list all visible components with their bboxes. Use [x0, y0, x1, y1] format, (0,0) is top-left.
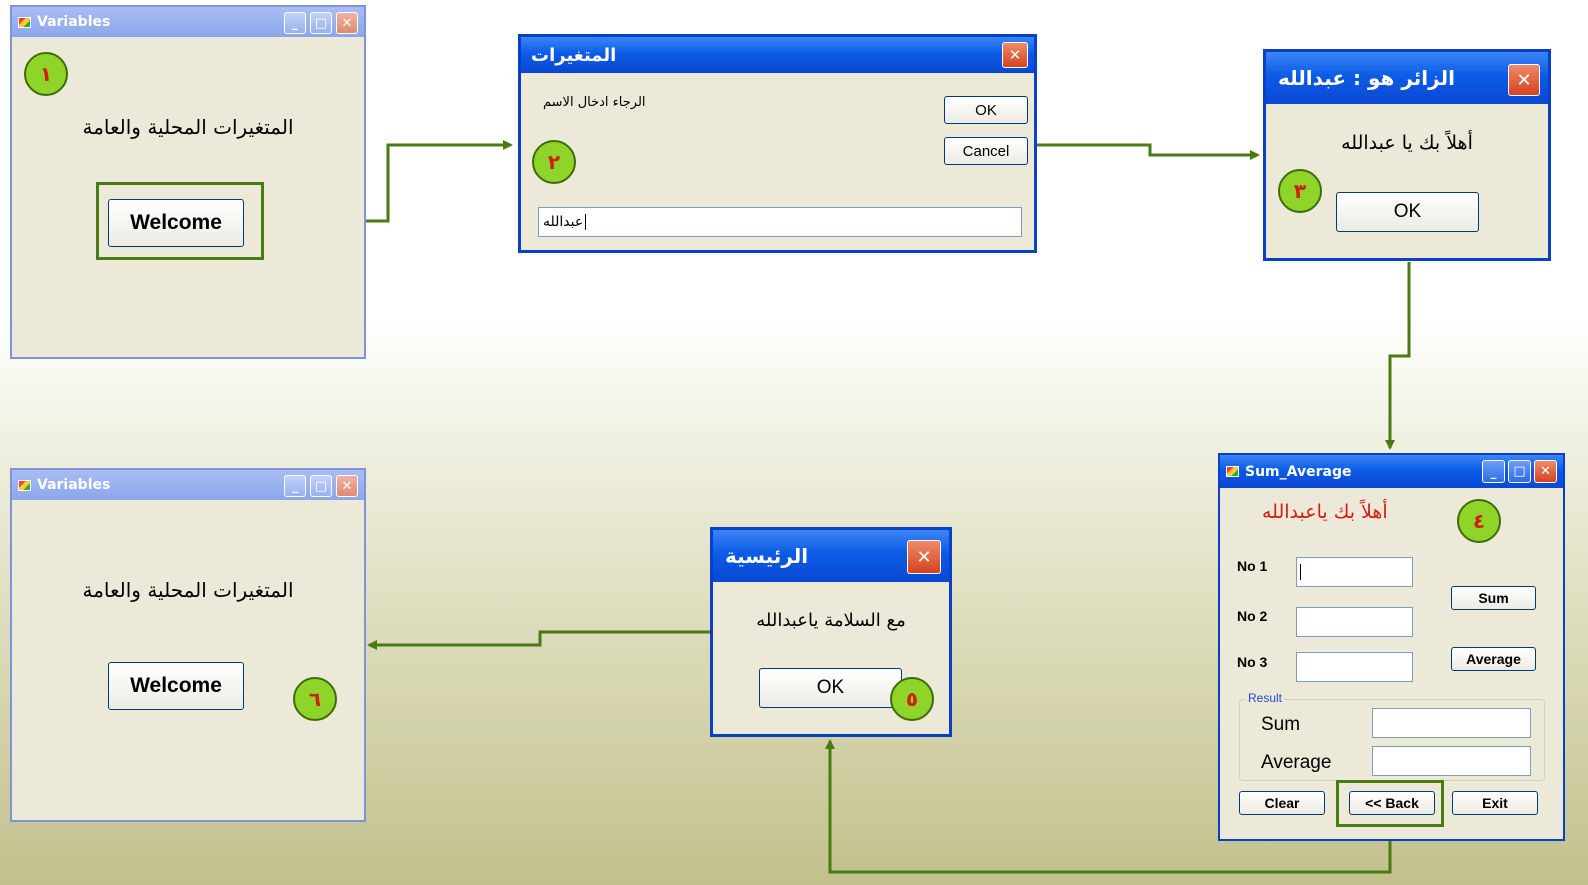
maximize-button[interactable]: □ — [310, 12, 332, 34]
welcome-highlight — [96, 182, 264, 260]
window-title: Sum_Average — [1245, 463, 1352, 480]
minimize-button[interactable]: _ — [284, 12, 306, 34]
exit-button[interactable]: Exit — [1452, 791, 1538, 815]
app-icon — [18, 16, 31, 28]
maximize-button[interactable]: □ — [1508, 460, 1531, 483]
average-result-field[interactable] — [1372, 746, 1531, 776]
arrow-3-to-4 — [1385, 262, 1411, 450]
ok-button[interactable]: OK — [759, 668, 902, 708]
average-label: Average — [1261, 752, 1332, 773]
text-caret — [1300, 564, 1301, 580]
no1-label: No 1 — [1237, 558, 1268, 574]
step-badge-6: ٦ — [293, 677, 337, 721]
maximize-button[interactable]: □ — [310, 475, 332, 497]
window-title: الرئيسية — [725, 544, 809, 568]
goodbye-message: مع السلامة ياعبدالله — [756, 610, 906, 631]
caption-label: المتغيرات المحلية والعامة — [82, 115, 294, 139]
sum-label: Sum — [1261, 714, 1301, 735]
clear-button[interactable]: Clear — [1239, 791, 1325, 815]
close-button[interactable]: ✕ — [1534, 460, 1557, 483]
minimize-button[interactable]: _ — [1482, 460, 1505, 483]
window-title: Variables — [37, 477, 111, 493]
minimize-button[interactable]: _ — [284, 475, 306, 497]
name-input[interactable]: عبدالله — [538, 207, 1022, 237]
window-title: الزائر هو : عبدالله — [1278, 66, 1455, 90]
no2-label: No 2 — [1237, 608, 1268, 624]
app-icon — [18, 479, 31, 491]
no3-label: No 3 — [1237, 654, 1268, 670]
text-caret — [585, 214, 587, 230]
title-bar: الزائر هو : عبدالله ✕ — [1266, 52, 1548, 104]
no2-input[interactable] — [1296, 607, 1413, 637]
back-highlight — [1336, 780, 1444, 827]
close-button[interactable]: ✕ — [1508, 64, 1540, 96]
window-title: المتغيرات — [531, 44, 617, 66]
title-bar: Sum_Average _ □ ✕ — [1220, 455, 1563, 488]
step-badge-4: ٤ — [1457, 499, 1501, 543]
visitor-message-box: الزائر هو : عبدالله ✕ أهلاً بك يا عبدالل… — [1263, 49, 1551, 261]
welcome-message: أهلاً بك يا عبدالله — [1341, 132, 1473, 154]
variables-window-final: Variables _ □ ✕ المتغيرات المحلية والعام… — [10, 468, 366, 822]
title-bar: الرئيسية ✕ — [713, 530, 949, 582]
window-title: Variables — [37, 14, 111, 30]
greeting-label: أهلاً بك ياعبدالله — [1262, 501, 1388, 523]
close-button[interactable]: ✕ — [336, 475, 358, 497]
result-group-label: Result — [1246, 691, 1285, 705]
prompt-label: الرجاء ادخال الاسم — [543, 95, 646, 110]
no1-input[interactable] — [1296, 557, 1413, 587]
title-bar: المتغيرات ✕ — [521, 37, 1034, 73]
step-badge-1: ١ — [24, 52, 68, 96]
sum-result-field[interactable] — [1372, 708, 1531, 738]
average-button[interactable]: Average — [1451, 647, 1536, 671]
welcome-button[interactable]: Welcome — [108, 662, 244, 710]
no3-input[interactable] — [1296, 652, 1413, 682]
close-button[interactable]: ✕ — [907, 540, 941, 574]
cancel-button[interactable]: Cancel — [944, 137, 1028, 165]
arrow-5-to-6 — [367, 630, 710, 650]
input-dialog: المتغيرات ✕ الرجاء ادخال الاسم OK Cancel… — [518, 34, 1037, 253]
sum-button[interactable]: Sum — [1451, 586, 1536, 610]
ok-button[interactable]: OK — [1336, 192, 1479, 232]
app-icon — [1226, 466, 1239, 477]
title-bar: Variables _ □ ✕ — [12, 470, 364, 500]
name-input-value: عبدالله — [543, 214, 584, 230]
ok-button[interactable]: OK — [944, 96, 1028, 124]
step-badge-5: ٥ — [890, 677, 934, 721]
arrow-2-to-3 — [1037, 143, 1260, 160]
step-badge-2: ٢ — [532, 140, 576, 184]
close-button[interactable]: ✕ — [1002, 42, 1028, 68]
caption-label: المتغيرات المحلية والعامة — [82, 578, 294, 602]
title-bar: Variables _ □ ✕ — [12, 7, 364, 37]
step-badge-3: ٣ — [1278, 169, 1322, 213]
close-button[interactable]: ✕ — [336, 12, 358, 34]
